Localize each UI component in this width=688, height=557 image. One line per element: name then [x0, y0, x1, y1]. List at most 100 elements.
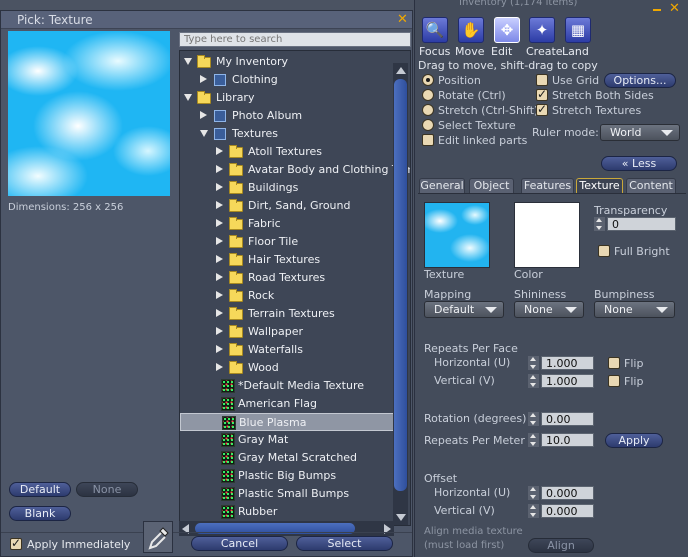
use-grid-checkbox[interactable] [536, 74, 548, 86]
folder-item[interactable]: Buildings [180, 179, 396, 197]
folder-item[interactable]: Textures [180, 125, 396, 143]
close-icon[interactable]: ✕ [669, 1, 680, 16]
none-button[interactable]: None [76, 482, 138, 497]
minimize-icon[interactable] [653, 9, 661, 11]
search-input[interactable] [179, 32, 411, 47]
expanded-arrow-icon[interactable] [184, 58, 192, 65]
radio-rotate[interactable] [422, 89, 434, 101]
texture-item[interactable]: Gray Mat [180, 431, 396, 449]
apply-button[interactable]: Apply [605, 433, 663, 448]
folder-item[interactable]: Atoll Textures [180, 143, 396, 161]
texture-item[interactable]: American Flag [180, 395, 396, 413]
cancel-button[interactable]: Cancel [191, 536, 288, 551]
ruler-mode-dropdown[interactable]: World [600, 124, 680, 141]
edit-linked-parts-checkbox[interactable] [422, 134, 434, 146]
collapsed-arrow-icon[interactable] [216, 255, 223, 263]
flip-u-checkbox[interactable] [608, 357, 620, 369]
collapsed-arrow-icon[interactable] [216, 183, 223, 191]
texture-item[interactable]: Rubber [180, 503, 396, 521]
horizontal-scrollbar[interactable] [179, 521, 394, 536]
tool-land-button[interactable]: ▦ [565, 17, 591, 43]
repeats-per-meter-spinner[interactable]: 10.0 [528, 433, 594, 447]
horizontal-u-spinner[interactable]: 1.000 [528, 356, 594, 370]
stretch-textures-checkbox[interactable] [536, 102, 548, 116]
horizontal-u-value[interactable]: 1.000 [541, 356, 594, 370]
offset-horizontal-spinner[interactable]: 0.000 [528, 486, 594, 500]
spinner-arrows-icon[interactable] [528, 486, 539, 500]
folder-item[interactable]: Fabric [180, 215, 396, 233]
close-icon[interactable]: ✕ [397, 12, 408, 27]
collapsed-arrow-icon[interactable] [200, 75, 207, 83]
folder-item[interactable]: Floor Tile [180, 233, 396, 251]
texture-item[interactable]: Blue Plasma [180, 413, 396, 431]
full-bright-checkbox[interactable] [598, 245, 610, 257]
tab-general[interactable]: General [419, 178, 465, 193]
bumpiness-dropdown[interactable]: None [594, 301, 675, 318]
folder-item[interactable]: Avatar Body and Clothing Tem [180, 161, 410, 179]
apply-immediately-checkbox[interactable] [10, 536, 22, 550]
collapsed-arrow-icon[interactable] [200, 111, 207, 119]
folder-item[interactable]: Wood [180, 359, 396, 377]
folder-item[interactable]: My Inventory [180, 53, 396, 71]
stretch-both-sides-checkbox[interactable] [536, 87, 548, 101]
collapsed-arrow-icon[interactable] [216, 147, 223, 155]
spinner-arrows-icon[interactable] [594, 217, 605, 231]
collapsed-arrow-icon[interactable] [216, 327, 223, 335]
folder-item[interactable]: Rock [180, 287, 396, 305]
folder-item[interactable]: Waterfalls [180, 341, 396, 359]
scroll-up-icon[interactable] [396, 67, 406, 74]
tool-move-button[interactable]: ✋ [458, 17, 484, 43]
picker-title-bar[interactable]: Pick: Texture ✕ [1, 11, 412, 29]
flip-v-checkbox[interactable] [608, 375, 620, 387]
scroll-down-icon[interactable] [396, 514, 406, 521]
offset-vertical-value[interactable]: 0.000 [541, 504, 594, 518]
eyedropper-button[interactable] [143, 521, 173, 553]
radio-select[interactable] [422, 119, 434, 131]
options-button[interactable]: Options... [604, 73, 676, 88]
vertical-scrollbar[interactable] [393, 63, 408, 525]
tool-edit-button[interactable]: ✥ [494, 17, 520, 43]
rotation-spinner[interactable]: 0.00 [528, 412, 594, 426]
folder-item[interactable]: Library [180, 89, 396, 107]
spinner-arrows-icon[interactable] [528, 504, 539, 518]
tab-features[interactable]: Features [521, 178, 574, 193]
folder-item[interactable]: Photo Album [180, 107, 396, 125]
folder-item[interactable]: Terrain Textures [180, 305, 396, 323]
spinner-arrows-icon[interactable] [528, 356, 539, 370]
spinner-arrows-icon[interactable] [528, 374, 539, 388]
tool-focus-button[interactable]: 🔍 [422, 17, 448, 43]
tab-content[interactable]: Content [626, 178, 676, 193]
blank-button[interactable]: Blank [9, 506, 71, 521]
default-button[interactable]: Default [9, 482, 71, 497]
collapsed-arrow-icon[interactable] [216, 309, 223, 317]
repeats-per-meter-value[interactable]: 10.0 [541, 433, 594, 447]
transparency-spinner[interactable]: 0 [594, 217, 676, 231]
radio-stretch[interactable] [422, 104, 434, 116]
collapsed-arrow-icon[interactable] [216, 219, 223, 227]
align-button[interactable]: Align [528, 538, 594, 553]
offset-horizontal-value[interactable]: 0.000 [541, 486, 594, 500]
spinner-arrows-icon[interactable] [528, 433, 539, 447]
folder-item[interactable]: Road Textures [180, 269, 396, 287]
texture-item[interactable]: Plastic Small Bumps [180, 485, 396, 503]
expanded-arrow-icon[interactable] [200, 130, 208, 137]
collapsed-arrow-icon[interactable] [216, 345, 223, 353]
expanded-arrow-icon[interactable] [184, 94, 192, 101]
texture-item[interactable]: Gray Metal Scratched [180, 449, 396, 467]
rotation-value[interactable]: 0.00 [541, 412, 594, 426]
folder-item[interactable]: Hair Textures [180, 251, 396, 269]
less-button[interactable]: « Less [601, 156, 677, 171]
folder-item[interactable]: Wallpaper [180, 323, 396, 341]
scroll-thumb[interactable] [394, 79, 407, 491]
folder-item[interactable]: Clothing [180, 71, 396, 89]
collapsed-arrow-icon[interactable] [216, 291, 223, 299]
collapsed-arrow-icon[interactable] [216, 165, 223, 173]
tab-texture[interactable]: Texture [576, 178, 623, 193]
vertical-v-value[interactable]: 1.000 [541, 374, 594, 388]
collapsed-arrow-icon[interactable] [216, 237, 223, 245]
select-button[interactable]: Select [296, 536, 393, 551]
shininess-dropdown[interactable]: None [514, 301, 584, 318]
collapsed-arrow-icon[interactable] [216, 363, 223, 371]
offset-vertical-spinner[interactable]: 0.000 [528, 504, 594, 518]
folder-item[interactable]: Dirt, Sand, Ground [180, 197, 396, 215]
